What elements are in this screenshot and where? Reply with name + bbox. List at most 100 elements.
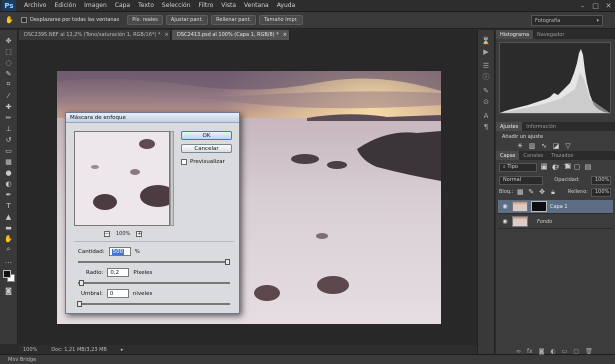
amount-slider-handle[interactable] (225, 259, 230, 265)
healing-brush-icon[interactable]: ✚ (3, 102, 14, 111)
radius-input[interactable]: 0,2 (107, 268, 130, 277)
blur-tool-icon[interactable]: ● (3, 168, 14, 177)
trash-icon[interactable]: 🗑︎ (585, 348, 593, 355)
history-brush-icon[interactable]: ↺ (3, 135, 14, 144)
dialog-title-bar[interactable]: Máscara de enfoque (66, 113, 239, 123)
add-mask-icon[interactable]: ◙ (539, 348, 545, 355)
adjustment-layer-icon[interactable]: ◐ (551, 348, 556, 355)
radius-slider-handle[interactable] (79, 280, 84, 286)
clone-source-icon[interactable]: ⊙ (481, 97, 492, 106)
tab-canales[interactable]: Canales (519, 151, 547, 160)
blend-mode-select[interactable]: Normal (499, 175, 543, 185)
info-panel-icon[interactable]: ⓘ (481, 72, 492, 81)
properties-panel-icon[interactable]: ☰ (481, 61, 492, 70)
menu-filtro[interactable]: Filtro (199, 2, 214, 9)
actual-pixels-button[interactable]: Píx. reales (127, 15, 163, 25)
color-swatches[interactable] (2, 269, 16, 283)
lock-all-icon[interactable]: 🔒︎ (549, 188, 557, 196)
tab-dsc2395[interactable]: DSC2395.NEF al 12,2% (Tono/saturación 1,… (19, 30, 171, 40)
menu-texto[interactable]: Texto (138, 2, 154, 9)
curves-icon[interactable]: ∿ (540, 142, 548, 150)
opacity-input[interactable]: 100% (590, 175, 611, 185)
maximize-icon[interactable]: □ (591, 1, 600, 10)
quick-select-tool-icon[interactable]: ✎ (3, 69, 14, 78)
group-icon[interactable]: ▭ (562, 348, 568, 355)
eye-icon[interactable]: ◉ (501, 203, 509, 211)
filter-smart-icon[interactable]: ▤ (584, 163, 592, 171)
new-layer-icon[interactable]: ▢ (573, 348, 579, 355)
close-icon[interactable]: × (283, 32, 287, 38)
ok-button[interactable]: OK (181, 131, 232, 140)
preview-checkbox-row[interactable]: Previsualizar (181, 159, 225, 165)
radius-slider[interactable] (78, 280, 230, 286)
link-icon[interactable]: ∞ (516, 348, 521, 355)
hand-tool-icon[interactable]: ✋ (4, 16, 15, 25)
menu-edicion[interactable]: Edición (54, 2, 76, 9)
menu-vista[interactable]: Vista (221, 2, 236, 9)
brightness-icon[interactable]: ☀ (516, 142, 524, 150)
clone-stamp-icon[interactable]: ⊥ (3, 124, 14, 133)
zoom-level[interactable]: 100% (23, 347, 37, 353)
menu-ventana[interactable]: Ventana (244, 2, 269, 9)
fill-screen-button[interactable]: Rellenar pant. (211, 15, 257, 25)
threshold-slider-handle[interactable] (77, 301, 82, 307)
eraser-tool-icon[interactable]: ▭ (3, 146, 14, 155)
tab-dsc2413[interactable]: DSC2413.psd al 100% (Capa 1, RGB/8) * × (172, 30, 290, 40)
workspace-select[interactable]: Fotografía ▾ (531, 15, 603, 26)
more-tools-icon[interactable]: … (3, 256, 14, 265)
exposure-icon[interactable]: ◪ (552, 142, 560, 150)
fx-icon[interactable]: fx (527, 348, 533, 355)
dodge-tool-icon[interactable]: ◐ (3, 179, 14, 188)
tab-histograma[interactable]: Histograma (496, 30, 534, 39)
menu-seleccion[interactable]: Selección (162, 2, 191, 9)
amount-slider[interactable] (78, 259, 230, 265)
fit-screen-button[interactable]: Ajustar pant. (165, 15, 209, 25)
shape-tool-icon[interactable]: ▬ (3, 223, 14, 232)
close-icon[interactable]: × (164, 32, 168, 38)
levels-icon[interactable]: ▥ (528, 142, 536, 150)
amount-input[interactable]: 500 (108, 247, 131, 256)
tab-navegador[interactable]: Navegador (533, 30, 568, 39)
eyedropper-tool-icon[interactable]: ⁄ (3, 91, 14, 100)
lock-transparent-icon[interactable]: ▦ (516, 188, 524, 196)
menu-archivo[interactable]: Archivo (24, 2, 46, 9)
actions-panel-icon[interactable]: ▶ (481, 47, 492, 56)
preview-scrollbar[interactable] (170, 131, 174, 226)
lock-pixels-icon[interactable]: ✎ (527, 188, 535, 196)
preview-checkbox[interactable] (181, 159, 187, 165)
path-select-icon[interactable]: ▲ (3, 212, 14, 221)
filter-pixel-icon[interactable]: ▣ (540, 163, 548, 171)
threshold-input[interactable]: 0 (106, 289, 129, 298)
zoom-in-button[interactable]: + (136, 231, 143, 237)
gradient-tool-icon[interactable]: ▦ (3, 157, 14, 166)
brush-panel-icon[interactable]: ✎ (481, 86, 492, 95)
marquee-tool-icon[interactable]: ⬚ (3, 47, 14, 56)
crop-tool-icon[interactable]: ⌗ (3, 80, 14, 89)
fill-input[interactable]: 100% (590, 187, 611, 197)
filter-type-icon[interactable]: T (562, 163, 570, 171)
mini-bridge-tab[interactable]: Mini Bridge (8, 357, 36, 363)
lock-position-icon[interactable]: ✥ (538, 188, 546, 196)
vibrance-icon[interactable]: ▽ (564, 142, 572, 150)
menu-ayuda[interactable]: Ayuda (277, 2, 296, 9)
menu-imagen[interactable]: Imagen (84, 2, 107, 9)
cancel-button[interactable]: Cancelar (181, 144, 232, 153)
tab-trazados[interactable]: Trazados (547, 151, 577, 160)
threshold-slider[interactable] (77, 301, 230, 307)
layer-row-capa-1[interactable]: ◉ Capa 1 (498, 200, 613, 214)
minimize-icon[interactable]: – (578, 1, 587, 10)
zoom-out-button[interactable]: − (104, 231, 110, 237)
layer-kind-select[interactable]: ⌕ Tipo (499, 162, 537, 172)
zoom-tool-icon[interactable]: ⌕ (3, 245, 14, 254)
hand-tool-icon[interactable]: ✋ (3, 234, 14, 243)
scroll-all-checkbox[interactable] (21, 17, 27, 23)
history-panel-icon[interactable]: ⌛ (481, 36, 492, 45)
pen-tool-icon[interactable]: ✒ (3, 190, 14, 199)
close-icon[interactable]: ✕ (604, 1, 613, 10)
lasso-tool-icon[interactable]: ◌ (3, 58, 14, 67)
filter-preview[interactable] (74, 131, 170, 226)
layer-row-fondo[interactable]: ◉ Fondo (498, 215, 613, 229)
character-panel-icon[interactable]: A (481, 111, 492, 120)
tab-capas[interactable]: Capas (496, 151, 520, 160)
move-tool-icon[interactable]: ✥ (3, 36, 14, 45)
